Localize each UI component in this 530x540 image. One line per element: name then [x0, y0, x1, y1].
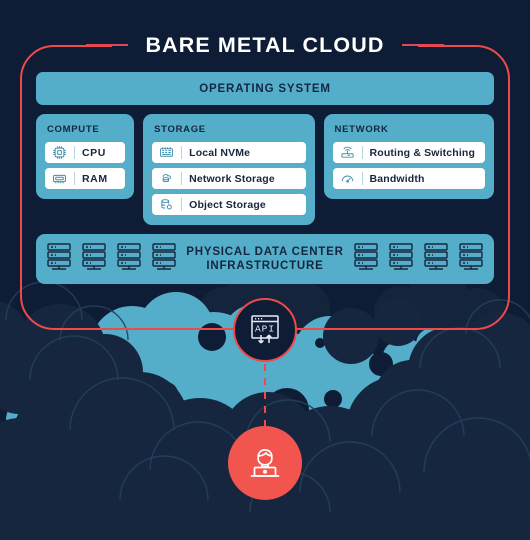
- panel-network-title: NETWORK: [334, 124, 389, 135]
- item-ram-label: RAM: [82, 172, 108, 185]
- server-rack-icon: [81, 242, 107, 277]
- ssd-drive-icon: [158, 145, 175, 160]
- speedometer-icon: [339, 171, 356, 186]
- row-divider: [181, 146, 183, 159]
- cloud-database-icon: [158, 171, 175, 186]
- api-node[interactable]: API: [233, 298, 297, 362]
- item-routing-switching[interactable]: Routing & Switching: [332, 142, 485, 163]
- item-bandwidth[interactable]: Bandwidth: [332, 168, 485, 189]
- cpu-icon: [51, 145, 68, 160]
- row-divider: [361, 146, 363, 159]
- server-rack-icon: [458, 242, 484, 277]
- server-rack-icon: [46, 242, 72, 277]
- panel-network: NETWORK Routing & Switching Bandwidth: [323, 114, 494, 199]
- router-signal-icon: [339, 145, 356, 160]
- physical-infrastructure-bar: PHYSICAL DATA CENTER INFRASTRUCTURE: [36, 234, 494, 284]
- row-divider: [74, 172, 75, 185]
- row-divider: [181, 172, 183, 185]
- row-divider: [181, 198, 183, 211]
- diagram-title-row: BARE METAL CLOUD: [0, 30, 530, 60]
- item-cpu[interactable]: CPU: [45, 142, 126, 163]
- item-cpu-label: CPU: [82, 146, 106, 159]
- api-window-icon: API: [251, 315, 279, 344]
- panel-compute: COMPUTE CPU RAM: [36, 114, 135, 199]
- item-bandwidth-label: Bandwidth: [369, 172, 425, 185]
- server-rack-icon: [151, 242, 177, 277]
- item-network-storage-label: Network Storage: [189, 172, 275, 185]
- item-local-nvme-label: Local NVMe: [189, 146, 251, 159]
- resource-panels: COMPUTE CPU RAM STORAGE Local NVMe Netwo…: [36, 114, 494, 225]
- ram-icon: [51, 171, 68, 186]
- operating-system-bar: OPERATING SYSTEM: [36, 72, 494, 105]
- row-divider: [361, 172, 363, 185]
- database-gear-icon: [158, 197, 175, 212]
- item-ram[interactable]: RAM: [45, 168, 126, 189]
- infrastructure-label-line2: INFRASTRUCTURE: [206, 260, 324, 272]
- item-object-storage[interactable]: Object Storage: [152, 194, 306, 215]
- user-node[interactable]: [228, 426, 302, 500]
- infrastructure-label: PHYSICAL DATA CENTER INFRASTRUCTURE: [186, 245, 343, 273]
- panel-storage-title: STORAGE: [154, 124, 206, 135]
- title-dash-right: [402, 44, 445, 46]
- item-network-storage[interactable]: Network Storage: [152, 168, 306, 189]
- down-up-arrows: [258, 334, 272, 344]
- title-dash-left: [85, 44, 128, 46]
- user-laptop-icon: [250, 449, 280, 477]
- infrastructure-label-line1: PHYSICAL DATA CENTER: [186, 246, 344, 258]
- operating-system-label: OPERATING SYSTEM: [199, 82, 331, 95]
- server-racks-right: [353, 242, 484, 277]
- diagram-canvas: BARE METAL CLOUD OPERATING SYSTEM COMPUT…: [0, 0, 530, 540]
- server-rack-icon: [388, 242, 414, 277]
- page-title: BARE METAL CLOUD: [145, 32, 385, 57]
- item-object-storage-label: Object Storage: [189, 198, 266, 211]
- server-racks-left: [46, 242, 177, 277]
- row-divider: [74, 146, 75, 159]
- item-local-nvme[interactable]: Local NVMe: [152, 142, 306, 163]
- panel-storage: STORAGE Local NVMe Network Storage Objec…: [143, 114, 315, 225]
- cloud-stack: OPERATING SYSTEM COMPUTE CPU RAM STORAGE…: [36, 72, 494, 284]
- server-rack-icon: [423, 242, 449, 277]
- api-user-connector: [264, 364, 266, 428]
- panel-compute-title: COMPUTE: [47, 124, 100, 135]
- item-routing-switching-label: Routing & Switching: [369, 146, 476, 159]
- server-rack-icon: [353, 242, 379, 277]
- server-rack-icon: [116, 242, 142, 277]
- svg-text:API: API: [255, 324, 275, 335]
